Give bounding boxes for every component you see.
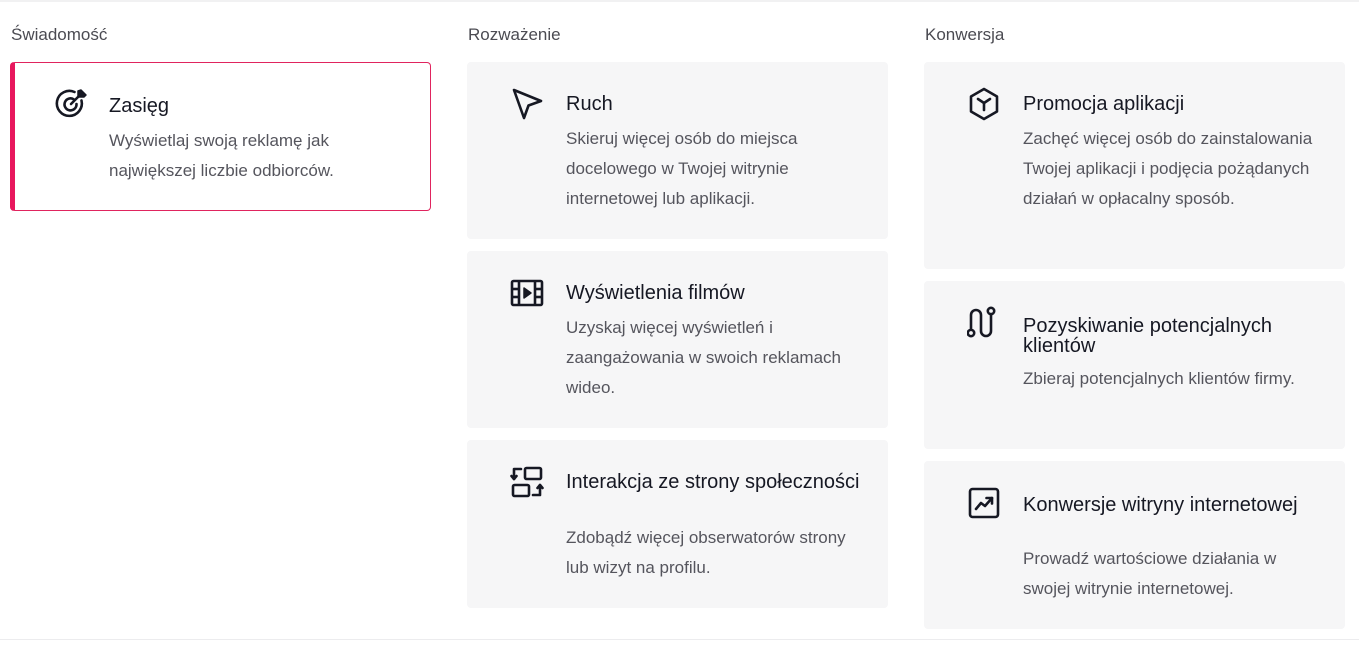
- objective-title: Pozyskiwanie potencjalnych klientów: [1023, 315, 1273, 357]
- objective-card-website-conversions[interactable]: Konwersje witryny internetowej Prowadź w…: [924, 461, 1345, 629]
- objective-title: Wyświetlenia filmów: [566, 282, 745, 304]
- objective-card-community-interaction[interactable]: Interakcja ze strony społeczności Zdobąd…: [467, 440, 888, 608]
- objective-title: Ruch: [566, 93, 613, 115]
- objective-title: Promocja aplikacji: [1023, 93, 1185, 115]
- objective-title: Konwersje witryny internetowej: [1023, 494, 1298, 516]
- objective-card-app-promotion[interactable]: Promocja aplikacji Zachęć więcej osób do…: [924, 62, 1345, 269]
- column-title: Rozważenie: [468, 25, 561, 44]
- cursor-arrow-icon: [509, 86, 545, 122]
- objective-title: Zasięg: [109, 95, 170, 117]
- film-play-icon: [509, 275, 545, 311]
- objective-title: Interakcja ze strony społeczności: [566, 471, 860, 493]
- top-divider: [0, 0, 1359, 2]
- objective-card-reach[interactable]: Zasięg Wyświetlaj swoją reklamę jak najw…: [10, 62, 431, 211]
- objective-description: Zbieraj potencjalnych klientów firmy.: [1023, 369, 1295, 388]
- objective-description: Wyświetlaj swoją reklamę jak największej…: [109, 131, 334, 180]
- profile-exchange-icon: [509, 464, 545, 500]
- column-title: Świadomość: [11, 25, 108, 44]
- objective-description: Prowadź wartościowe działania w swojej w…: [1023, 549, 1277, 598]
- objective-card-video-views[interactable]: Wyświetlenia filmów Uzyskaj więcej wyświ…: [467, 251, 888, 428]
- objective-card-lead-generation[interactable]: Pozyskiwanie potencjalnych klientów Zbie…: [924, 281, 1345, 449]
- column-title: Konwersja: [925, 25, 1005, 44]
- objective-description: Uzyskaj więcej wyświetleń i zaangażowani…: [566, 318, 841, 397]
- app-cube-icon: [966, 86, 1002, 122]
- objective-description: Zachęć więcej osób do zainstalowania Two…: [1023, 129, 1313, 208]
- objective-description: Zdobądź więcej obserwatorów strony lub w…: [566, 528, 846, 577]
- objective-card-traffic[interactable]: Ruch Skieruj więcej osób do miejsca doce…: [467, 62, 888, 239]
- lead-funnel-icon: [966, 305, 1002, 341]
- target-icon: [53, 86, 89, 122]
- trend-chart-icon: [966, 485, 1002, 521]
- objective-description: Skieruj więcej osób do miejsca doceloweg…: [566, 129, 798, 208]
- bottom-divider: [0, 639, 1359, 640]
